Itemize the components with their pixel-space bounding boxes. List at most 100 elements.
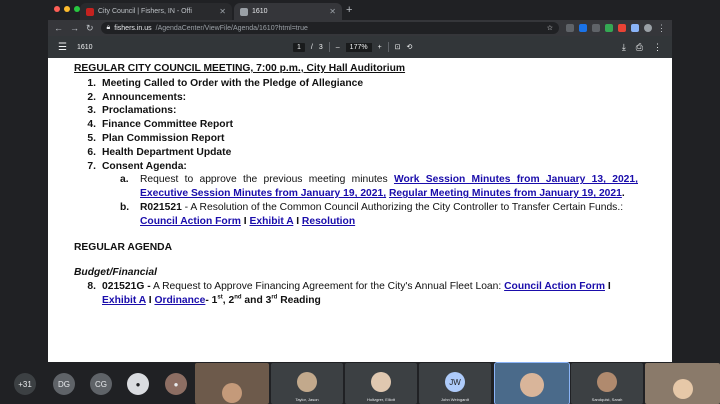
- extension-icon[interactable]: [605, 24, 613, 32]
- participant-video-tile[interactable]: Holtzgrer, Elliott: [345, 363, 417, 404]
- item-number: 2.: [87, 91, 96, 103]
- reading-text: , 2: [222, 294, 235, 306]
- item-text: Meeting Called to Order with the Pledge …: [102, 77, 364, 89]
- participant-video-tile[interactable]: JW John Weingardt: [419, 363, 491, 404]
- consent-item-b: b. R021521 - A Resolution of the Common …: [74, 201, 672, 229]
- url-host: fishers.in.us: [114, 24, 152, 32]
- url-path: /AgendaCenter/ViewFile/Agenda/1610?html=…: [155, 24, 308, 32]
- right-margin: [672, 0, 720, 362]
- divider: [328, 42, 330, 52]
- participant-video-tile[interactable]: Sandquist, Sarah: [571, 363, 643, 404]
- extension-icon[interactable]: [631, 24, 639, 32]
- item-text: 021521G - A Request to Approve Financing…: [102, 280, 672, 308]
- close-window-icon[interactable]: [54, 6, 60, 12]
- window-controls[interactable]: [54, 6, 80, 12]
- participant-video-tile-active[interactable]: [494, 362, 570, 404]
- overflow-participants-badge[interactable]: +31: [14, 373, 36, 395]
- item-text: Consent Agenda:: [102, 160, 187, 172]
- participant-video-tile[interactable]: [195, 363, 269, 404]
- address-bar[interactable]: 🔒︎ fishers.in.us/AgendaCenter/ViewFile/A…: [100, 22, 559, 34]
- hamburger-menu-icon[interactable]: ☰: [58, 42, 67, 53]
- browser-toolbar: ← → ↻ 🔒︎ fishers.in.us/AgendaCenter/View…: [48, 20, 672, 36]
- participant-video-tile[interactable]: Taylor, Jason: [271, 363, 343, 404]
- agenda-item-8: 8. 021521G - A Request to Approve Financ…: [74, 280, 672, 308]
- pdf-right-controls: ⤓ ⎙ ⋮: [622, 42, 662, 53]
- extension-icon[interactable]: [579, 24, 587, 32]
- executive-session-minutes-link[interactable]: Executive Session Minutes from January 1…: [140, 188, 386, 199]
- participant-avatar-cg[interactable]: CG: [90, 373, 112, 395]
- profile-avatar[interactable]: [644, 24, 652, 32]
- agenda-item: 4. Finance Committee Report: [74, 118, 672, 132]
- forward-icon[interactable]: →: [70, 23, 79, 33]
- ordinance-description: A Request to Approve Financing Agreement…: [150, 281, 502, 293]
- participant-avatar-photo[interactable]: ●: [127, 373, 149, 395]
- ordinal-suffix: nd: [234, 294, 242, 301]
- agenda-item: 1. Meeting Called to Order with the Pledg…: [74, 77, 672, 91]
- item-text: Finance Committee Report: [102, 119, 234, 131]
- consent-item-a: a. Request to approve the previous meeti…: [74, 173, 672, 201]
- pdf-title: 1610: [76, 43, 93, 51]
- sub-item-letter: b.: [120, 201, 130, 213]
- ordinance-link[interactable]: Ordinance: [154, 295, 205, 306]
- star-icon[interactable]: ☆: [547, 24, 553, 32]
- item-number: 5.: [87, 132, 96, 144]
- sub-item-text: R021521 - A Resolution of the Common Cou…: [140, 201, 672, 229]
- participant-video-tile[interactable]: [645, 363, 720, 404]
- fit-page-icon[interactable]: ⊡: [395, 43, 401, 51]
- page-number-input[interactable]: 1: [293, 42, 305, 52]
- participant-name: Taylor, Jason: [295, 397, 319, 402]
- print-icon[interactable]: ⎙: [636, 42, 643, 53]
- item-number: 7.: [87, 160, 96, 172]
- separator: I: [293, 215, 302, 227]
- item-text: Plan Commission Report: [102, 132, 225, 144]
- reading-text: Reading: [277, 294, 321, 306]
- reading-text: and 3: [241, 294, 272, 306]
- back-icon[interactable]: ←: [54, 23, 63, 33]
- new-tab-icon[interactable]: +: [346, 4, 352, 16]
- tab-label: City Council | Fishers, IN - Offi: [98, 8, 192, 15]
- regular-meeting-minutes-link[interactable]: Regular Meeting Minutes from January 19,…: [389, 188, 622, 199]
- agenda-item: 2. Announcements:: [74, 91, 672, 105]
- extension-icon[interactable]: [592, 24, 600, 32]
- pdf-center-controls: 1 / 3 – 177% + ⊡ ⟲: [293, 42, 412, 52]
- participant-name: Sandquist, Sarah: [591, 397, 623, 402]
- council-action-form-link[interactable]: Council Action Form: [140, 216, 241, 227]
- pdf-toolbar: ☰ 1610 1 / 3 – 177% + ⊡ ⟲ ⤓ ⎙ ⋮: [48, 36, 672, 58]
- zoom-out-icon[interactable]: –: [336, 44, 340, 51]
- item-number: 4.: [87, 119, 96, 131]
- reload-icon[interactable]: ↻: [86, 23, 94, 34]
- extension-icon[interactable]: [618, 24, 626, 32]
- tab-close-icon[interactable]: ✕: [329, 7, 336, 16]
- tab-city-council[interactable]: City Council | Fishers, IN - Offi ✕: [80, 3, 232, 20]
- minimize-window-icon[interactable]: [64, 6, 70, 12]
- participant-face: [371, 372, 391, 392]
- participant-name: Holtzgrer, Elliott: [366, 397, 395, 402]
- participant-avatar-dg[interactable]: DG: [53, 373, 75, 395]
- rotate-icon[interactable]: ⟲: [407, 43, 413, 51]
- council-action-form-link[interactable]: Council Action Form: [504, 281, 605, 292]
- separator: I: [604, 281, 611, 293]
- extension-icon[interactable]: [566, 24, 574, 32]
- participant-face: [222, 383, 242, 403]
- participant-avatar-photo[interactable]: ●: [165, 373, 187, 395]
- work-session-minutes-link[interactable]: Work Session Minutes from January 13, 20…: [394, 174, 638, 185]
- resolution-link[interactable]: Resolution: [302, 216, 355, 227]
- page-total: 3: [318, 43, 323, 51]
- sub-item-text: Request to approve the previous meeting …: [140, 173, 672, 201]
- consent-a-description: Request to approve the previous meeting …: [140, 174, 388, 186]
- tab-close-icon[interactable]: ✕: [219, 7, 226, 16]
- zoom-in-icon[interactable]: +: [378, 44, 382, 51]
- zoom-level-input[interactable]: 177%: [345, 42, 372, 52]
- download-icon[interactable]: ⤓: [622, 42, 626, 53]
- kebab-menu-icon[interactable]: ⋮: [657, 23, 666, 34]
- participant-face: [520, 373, 544, 397]
- tab-1610[interactable]: 1610 ✕: [234, 3, 342, 20]
- lock-icon: 🔒︎: [106, 24, 111, 31]
- browser-tab-strip: City Council | Fishers, IN - Offi ✕ 1610…: [48, 0, 672, 20]
- item-text: Health Department Update: [102, 146, 232, 158]
- item-number: 1.: [87, 77, 96, 89]
- exhibit-a-link[interactable]: Exhibit A: [249, 216, 293, 227]
- exhibit-a-link[interactable]: Exhibit A: [102, 295, 146, 306]
- screen: City Council | Fishers, IN - Offi ✕ 1610…: [0, 0, 720, 404]
- more-options-icon[interactable]: ⋮: [653, 42, 662, 53]
